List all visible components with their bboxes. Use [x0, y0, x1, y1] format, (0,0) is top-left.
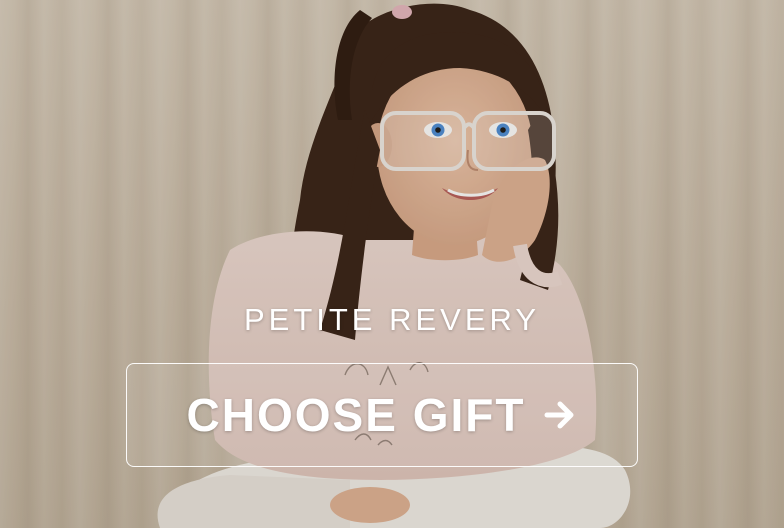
arrow-right-icon — [544, 401, 574, 429]
gift-banner[interactable]: PETITE REVERY CHOOSE GIFT — [0, 0, 784, 528]
choose-gift-label: CHOOSE GIFT — [186, 389, 526, 441]
choose-gift-button[interactable]: CHOOSE GIFT — [126, 363, 638, 467]
brand-name: PETITE REVERY — [243, 302, 541, 337]
